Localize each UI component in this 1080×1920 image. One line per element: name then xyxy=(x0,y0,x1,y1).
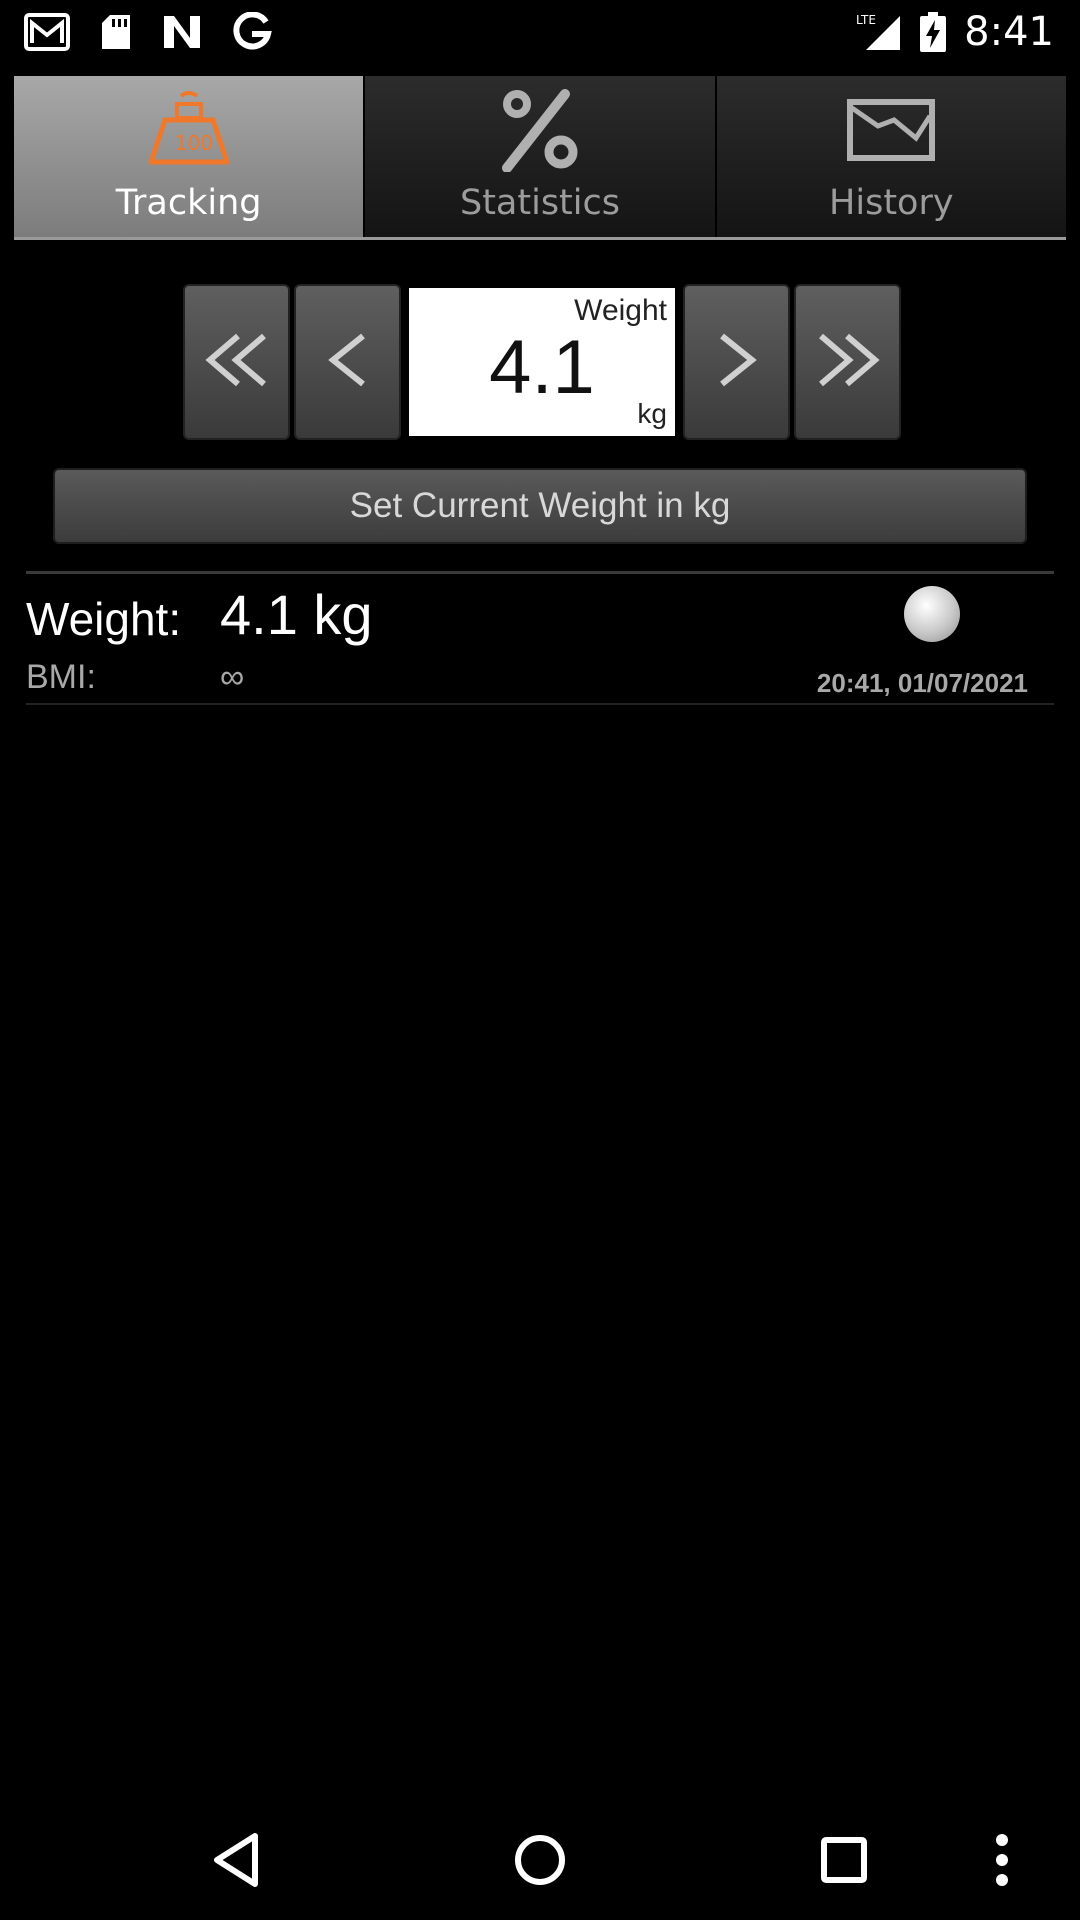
notification-icons xyxy=(24,12,272,52)
chart-history-icon xyxy=(846,85,936,175)
tab-tracking[interactable]: 100 Tracking xyxy=(14,76,366,237)
tab-bar: 100 Tracking Statistics History xyxy=(14,76,1066,240)
gmail-icon xyxy=(24,13,70,51)
double-chevron-left-icon xyxy=(202,330,272,394)
divider xyxy=(26,703,1054,705)
chevron-right-icon xyxy=(712,330,762,394)
increase-button[interactable] xyxy=(683,284,790,440)
weight-value: 4.1 xyxy=(489,325,595,410)
tab-history[interactable]: History xyxy=(716,76,1066,237)
entry-weight-label: Weight: xyxy=(26,593,182,645)
lte-signal-icon: LTE xyxy=(856,12,902,52)
system-status: LTE 8:41 xyxy=(856,9,1054,55)
decrease-button[interactable] xyxy=(294,284,401,440)
entry-weight-value: 4.1 kg xyxy=(220,583,373,646)
weight-value-display[interactable]: Weight 4.1 kg xyxy=(409,288,675,436)
back-icon[interactable] xyxy=(206,1830,266,1890)
increase-large-button[interactable] xyxy=(794,284,901,440)
entry-bmi-label: BMI: xyxy=(26,658,96,696)
set-current-weight-button[interactable]: Set Current Weight in kg xyxy=(53,468,1027,544)
percent-icon xyxy=(495,85,585,175)
double-chevron-right-icon xyxy=(813,330,883,394)
weight-scale-icon: 100 xyxy=(141,85,237,175)
network-type-label: LTE xyxy=(856,13,876,27)
status-dot-icon xyxy=(904,586,960,642)
google-icon xyxy=(232,12,272,52)
divider xyxy=(26,571,1054,574)
decrease-large-button[interactable] xyxy=(183,284,290,440)
overflow-menu-icon[interactable] xyxy=(972,1830,1032,1890)
entry-bmi-value: ∞ xyxy=(220,658,245,696)
navigation-bar xyxy=(0,1800,1080,1920)
weight-unit: kg xyxy=(637,398,667,429)
tab-statistics[interactable]: Statistics xyxy=(365,76,717,237)
clock: 8:41 xyxy=(964,9,1054,55)
entry-timestamp: 20:41, 01/07/2021 xyxy=(816,668,1028,698)
chevron-left-icon xyxy=(323,330,373,394)
sd-card-icon xyxy=(100,13,132,51)
n-app-icon xyxy=(162,14,202,50)
status-bar: LTE 8:41 xyxy=(0,0,1080,64)
weight-picker: Weight 4.1 kg xyxy=(183,284,901,440)
weight-caption: Weight xyxy=(574,294,667,327)
tab-history-label: History xyxy=(829,183,954,223)
recents-icon[interactable] xyxy=(814,1830,874,1890)
tab-statistics-label: Statistics xyxy=(459,183,620,223)
weight-entry[interactable]: Weight: 4.1 kg BMI: ∞ 20:41, 01/07/2021 xyxy=(26,576,1054,702)
svg-text:100: 100 xyxy=(175,131,213,155)
home-icon[interactable] xyxy=(510,1830,570,1890)
tab-tracking-label: Tracking xyxy=(115,183,262,223)
battery-charging-icon xyxy=(920,12,947,52)
